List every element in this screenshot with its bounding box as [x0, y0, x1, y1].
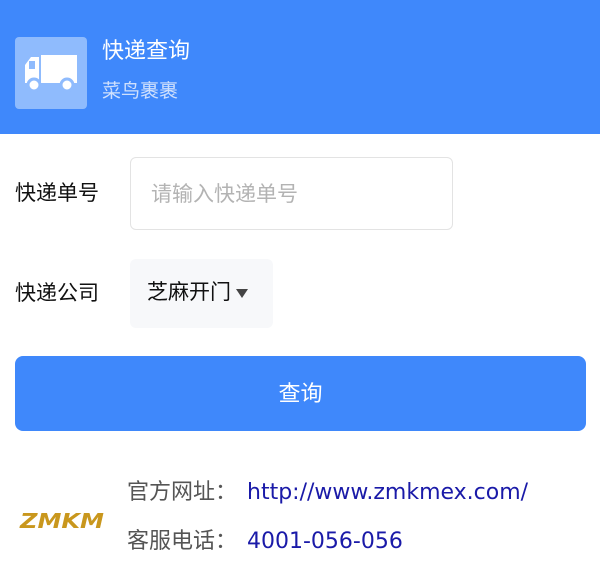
website-link[interactable]: http://www.zmkmex.com/	[247, 478, 528, 508]
website-label: 官方网址：	[127, 480, 238, 505]
chevron-down-icon	[236, 289, 248, 298]
company-label: 快递公司	[15, 281, 99, 305]
phone-link[interactable]: 4001-056-056	[247, 527, 403, 557]
logo-text: ZMKM	[19, 509, 104, 533]
tracking-number-input[interactable]	[130, 157, 453, 230]
page-title: 快递查询	[102, 39, 191, 64]
app-header: 快递查询 菜鸟裹裹	[0, 0, 600, 134]
truck-icon	[15, 37, 87, 109]
company-select-value: 芝麻开门	[147, 280, 231, 304]
page-subtitle: 菜鸟裹裹	[102, 80, 179, 102]
company-select[interactable]: 芝麻开门	[130, 259, 273, 328]
phone-label: 客服电话：	[127, 529, 238, 554]
query-button[interactable]: 查询	[15, 356, 586, 431]
zmkm-logo: ZMKM	[19, 509, 104, 533]
tracking-number-label: 快递单号	[15, 181, 99, 205]
